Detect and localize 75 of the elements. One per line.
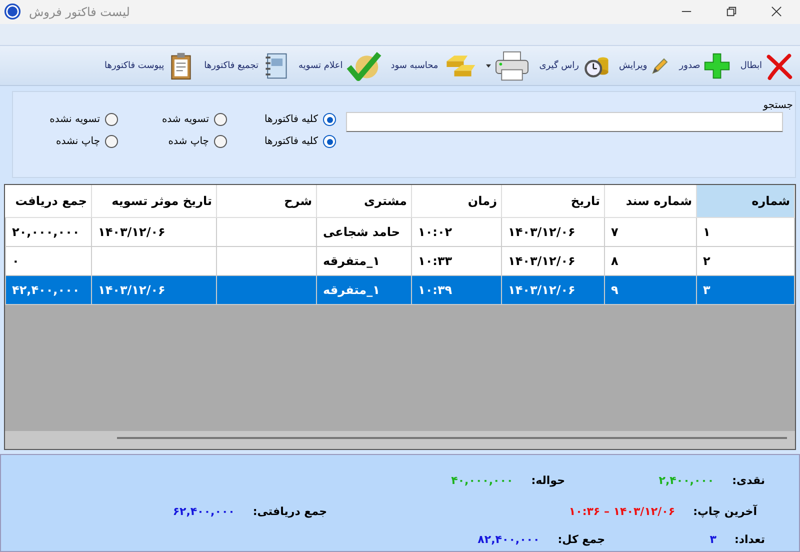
table-cell: ۷	[611, 224, 618, 239]
summary-value: ۴۰,۰۰۰,۰۰۰	[451, 474, 514, 487]
toolbar-button[interactable]: ویرایش	[616, 56, 674, 76]
table-cell: ۱۰:۰۲	[418, 224, 452, 239]
radio-option[interactable]: چاپ نشده	[23, 135, 118, 148]
summary-label: نقدی:	[732, 474, 765, 487]
horizontal-scrollbar[interactable]	[5, 431, 795, 449]
cross-mark-icon	[765, 52, 793, 80]
table-cell: ۱۴۰۳/۱۲/۰۶	[98, 282, 166, 297]
printer-icon	[494, 50, 530, 82]
table-cell: ۱۴۰۳/۱۲/۰۶	[508, 254, 576, 268]
radio-button[interactable]	[214, 135, 227, 148]
pencil-icon	[650, 56, 670, 76]
table-cell: حامد شجاعی	[323, 224, 400, 239]
radio-option[interactable]: چاپ شده	[132, 135, 227, 148]
column-header[interactable]: شرح	[216, 184, 316, 218]
app-logo-icon	[4, 3, 21, 20]
plus-icon	[703, 52, 732, 80]
table-cell: ۱۴۰۳/۱۲/۰۶	[508, 224, 576, 239]
summary-value: ۲,۴۰۰,۰۰۰	[658, 474, 714, 487]
summary-label: جمع کل:	[558, 532, 605, 546]
table-cell: ۲	[703, 254, 710, 268]
table-row[interactable]: ۱ ۷ ۱۴۰۳/۱۲/۰۶ ۱۰:۰۲ حامد شجاعی ۱۴۰۳/۱۲/۰۶ ۲۰,۰۰۰,۰۰۰	[6, 217, 794, 246]
table-cell: ۱۴۰۳/۱۲/۰۶	[508, 282, 576, 297]
toolbar-button[interactable]: ابطال	[737, 52, 796, 80]
radio-option[interactable]: تسویه شده	[132, 113, 227, 126]
toolbar-button[interactable]: اعلام تسویه	[296, 50, 385, 82]
checkmark-bag-icon	[346, 50, 382, 82]
summary-value: ۸۲,۴۰۰,۰۰۰	[478, 532, 540, 546]
window-title: لیست فاکتور فروش	[29, 4, 130, 19]
radio-option[interactable]: کلیه فاکتورها	[241, 135, 336, 148]
table-row[interactable]: ۳ ۹ ۱۴۰۳/۱۲/۰۶ ۱۰:۳۹ ۱_متفرقه ۱۴۰۳/۱۲/۰۶ ۴۲,۴۰۰,۰۰۰	[6, 275, 794, 304]
column-header[interactable]: شماره	[696, 184, 794, 218]
summary-value: ۱۴۰۳/۱۲/۰۶ – ۱۰:۳۶	[568, 505, 676, 518]
column-header[interactable]: جمع دریافت	[6, 184, 92, 218]
table-cell: ۱۰:۳۹	[418, 282, 452, 297]
table-cell: ۸	[611, 254, 618, 268]
summary-label: حواله:	[531, 474, 565, 487]
table-row[interactable]: ۲ ۸ ۱۴۰۳/۱۲/۰۶ ۱۰:۳۳ ۱_متفرقه ۰	[6, 246, 794, 276]
restore-icon[interactable]	[726, 6, 737, 18]
table-cell: ۴۲,۴۰۰,۰۰۰	[12, 282, 80, 297]
column-header[interactable]: مشتری	[316, 184, 412, 218]
radio-button[interactable]	[105, 113, 118, 126]
summary-value: ۳	[710, 532, 716, 546]
column-header[interactable]: زمان	[412, 184, 502, 218]
table-cell: ۰	[12, 254, 20, 268]
summary-value: ۶۲,۴۰۰,۰۰۰	[172, 505, 235, 518]
search-label: جستجو	[763, 100, 793, 112]
column-header[interactable]: تاریخ	[502, 184, 604, 218]
close-icon[interactable]	[771, 6, 782, 18]
radio-option[interactable]: کلیه فاکتورها	[241, 113, 336, 126]
radio-button[interactable]	[214, 113, 227, 126]
toolbar-button[interactable]: راس گیری	[536, 52, 613, 80]
radio-button[interactable]	[323, 113, 336, 126]
summary-label: تعداد:	[734, 532, 765, 546]
toolbar-button[interactable]: صدور	[676, 52, 734, 80]
table-cell: ۱۰:۳۳	[418, 254, 452, 268]
toolbar-button[interactable]: پیوست فاکتورها	[101, 52, 198, 80]
summary-label: آخرین چاپ:	[693, 505, 757, 518]
radio-button[interactable]	[323, 135, 336, 148]
table-cell: ۲۰,۰۰۰,۰۰۰	[12, 224, 80, 239]
table-cell: ۳	[703, 282, 710, 297]
table-cell: ۱۴۰۳/۱۲/۰۶	[98, 224, 166, 239]
toolbar-button[interactable]: تجمیع فاکتورها	[201, 52, 293, 80]
table-cell: ۱_متفرقه	[323, 254, 380, 268]
table-cell: ۱	[703, 224, 710, 239]
radio-option[interactable]: تسویه نشده	[23, 113, 118, 126]
column-header[interactable]: شماره سند	[604, 184, 696, 218]
table-cell: ۹	[611, 282, 618, 297]
column-header[interactable]: تاریخ موثر تسویه	[92, 184, 216, 218]
table-cell: ۱_متفرقه	[323, 282, 380, 297]
radio-button[interactable]	[105, 135, 118, 148]
toolbar-button[interactable]: محاسبه سود	[388, 50, 480, 82]
summary-label: جمع دریافتی:	[252, 505, 327, 518]
search-field[interactable]	[346, 112, 783, 132]
